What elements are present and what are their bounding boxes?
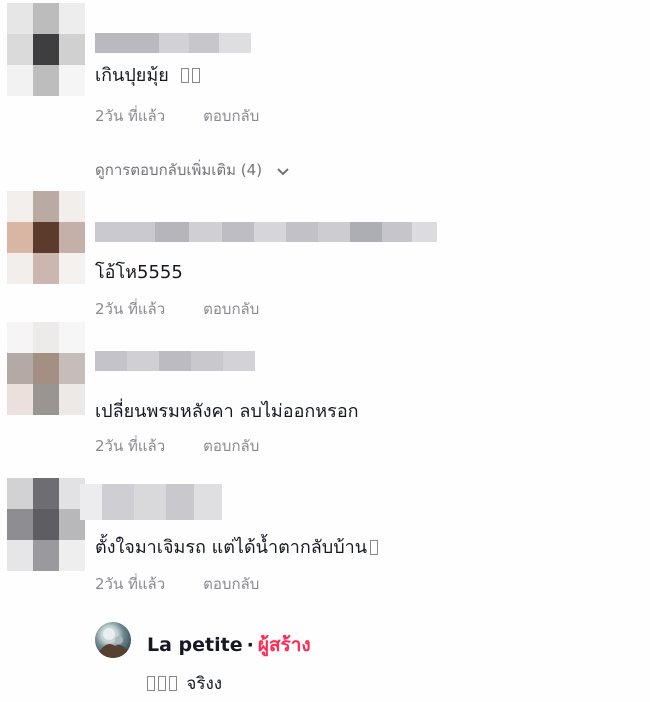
emoji-placeholder-icon [147, 674, 177, 694]
reply-button[interactable]: ตอบกลับ [203, 437, 259, 455]
creator-name-line: La petite · ผู้สร้าง [147, 630, 311, 660]
creator-avatar[interactable] [95, 622, 131, 658]
comment-text: เปลี่ยนพรมหลังคา ลบไม่ออกหรอก [95, 401, 359, 422]
view-more-label: ดูการตอบกลับเพิ่มเติม (4) [95, 161, 263, 179]
avatar[interactable] [7, 3, 85, 96]
creator-badge: ผู้สร้าง [257, 634, 311, 656]
comment-time: 2วัน ที่แล้ว [95, 437, 166, 455]
reply-button[interactable]: ตอบกลับ [203, 107, 259, 125]
avatar[interactable] [7, 322, 85, 415]
comment-text: ตั้งใจมาเจิมรถ แต่ได้น้ำตากลับบ้าน [95, 532, 379, 561]
comment-meta: 2วัน ที่แล้ว ตอบกลับ [95, 572, 259, 596]
comment-time: 2วัน ที่แล้ว [95, 575, 166, 593]
username[interactable] [95, 33, 251, 53]
creator-username[interactable]: La petite [147, 634, 243, 656]
avatar[interactable] [7, 478, 85, 571]
view-more-replies-button[interactable]: ดูการตอบกลับเพิ่มเติม (4) [95, 158, 289, 182]
avatar[interactable] [7, 191, 85, 284]
reply-button[interactable]: ตอบกลับ [203, 300, 259, 318]
reply-button[interactable]: ตอบกลับ [203, 575, 259, 593]
comment-meta: 2วัน ที่แล้ว ตอบกลับ [95, 297, 259, 321]
comment-meta: 2วัน ที่แล้ว ตอบกลับ [95, 434, 259, 458]
creator-reply-text: จริงง [147, 670, 222, 697]
separator: · [246, 634, 254, 656]
comment-text: เกินปุยมุ้ย [95, 60, 201, 89]
username[interactable] [80, 484, 222, 520]
emoji-placeholder-icon [178, 65, 201, 86]
comment-meta: 2วัน ที่แล้ว ตอบกลับ [95, 104, 259, 128]
username[interactable] [95, 222, 437, 242]
emoji-placeholder-icon [367, 537, 379, 558]
chevron-down-icon [277, 162, 289, 180]
username[interactable] [95, 351, 255, 371]
comment-time: 2วัน ที่แล้ว [95, 107, 166, 125]
comment-time: 2วัน ที่แล้ว [95, 300, 166, 318]
comment-text: โอ้โห5555 [95, 262, 183, 283]
